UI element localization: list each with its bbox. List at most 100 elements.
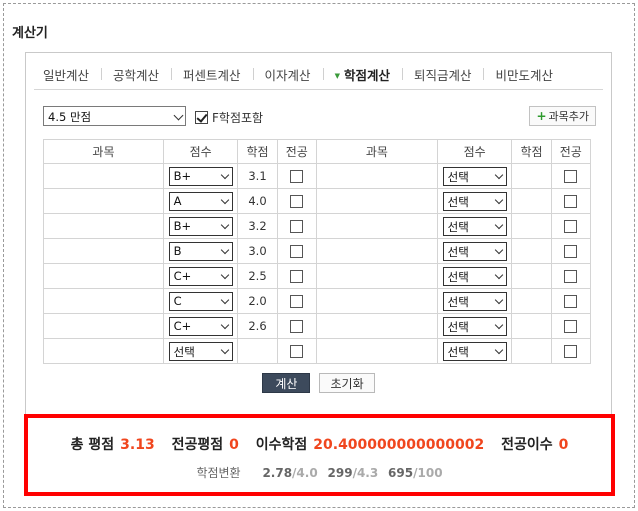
grade-select[interactable]: 선택 [442,316,507,336]
credit-cell[interactable] [511,238,552,264]
grade-select[interactable]: 선택 [442,241,507,261]
grade-select[interactable]: 선택 [168,341,233,361]
course-name-cell[interactable] [43,188,164,214]
f-include-checkbox[interactable] [195,111,208,124]
credit-cell[interactable] [511,188,552,214]
credit-cell[interactable]: 3.1 [237,163,278,189]
table-row: C 2.0 선택 [43,288,592,314]
chevron-down-icon [220,170,229,179]
grade-cell: B+ [162,213,239,239]
major-checkbox[interactable] [564,345,578,358]
grade-select[interactable]: A [168,191,233,211]
course-name-cell[interactable] [315,188,438,214]
major-checkbox[interactable] [290,320,304,333]
chevron-down-icon [220,320,229,329]
major-checkbox[interactable] [290,170,304,183]
course-name-cell[interactable] [43,263,164,289]
major-cell [550,238,592,264]
credit-cell[interactable] [511,288,552,314]
tab-severance[interactable]: 퇴직금계산 [401,65,484,84]
credit-cell[interactable] [511,263,552,289]
grade-select[interactable]: 선택 [442,341,507,361]
credits-label: 이수학점 [255,437,308,453]
grade-cell: C [162,288,239,314]
conversion-4-3: 299/4.3 [327,466,379,480]
grade-cell: 선택 [436,213,513,239]
major-checkbox[interactable] [290,295,304,308]
course-name-cell[interactable] [315,163,438,189]
course-name-cell[interactable] [43,213,164,239]
major-checkbox[interactable] [290,220,304,233]
grade-select[interactable]: C+ [168,316,233,336]
grade-select[interactable]: B [168,241,233,261]
action-buttons: 계산 초기화 [26,373,611,393]
major-checkbox[interactable] [290,195,304,208]
major-checkbox[interactable] [564,295,578,308]
course-name-cell[interactable] [315,238,438,264]
course-name-cell[interactable] [315,338,438,364]
course-name-cell[interactable] [315,288,438,314]
course-name-cell[interactable] [315,313,438,339]
credit-cell[interactable]: 3.0 [237,238,278,264]
col-header-course: 과목 [315,139,438,164]
course-name-cell[interactable] [43,238,164,264]
grade-select[interactable]: C+ [168,266,233,286]
major-checkbox[interactable] [564,245,578,258]
grade-select[interactable]: 선택 [442,191,507,211]
col-header-grade: 점수 [436,139,513,164]
credit-cell[interactable]: 4.0 [237,188,278,214]
credit-cell[interactable] [511,213,552,239]
major-checkbox[interactable] [564,195,578,208]
col-header-course: 과목 [43,139,164,164]
grade-select[interactable]: B+ [168,216,233,236]
credit-cell[interactable] [511,313,552,339]
chevron-down-icon [173,110,184,121]
tab-bmi[interactable]: 비만도계산 [483,65,565,84]
grade-cell: 선택 [162,338,239,364]
major-checkbox[interactable] [564,170,578,183]
tab-engineering[interactable]: 공학계산 [101,65,171,84]
credit-cell[interactable] [237,338,278,364]
credit-cell[interactable]: 2.0 [237,288,278,314]
major-checkbox[interactable] [564,220,578,233]
tab-interest[interactable]: 이자계산 [252,65,323,84]
grade-select[interactable]: C [168,291,233,311]
course-name-cell[interactable] [43,163,164,189]
course-name-cell[interactable] [43,313,164,339]
major-gpa-value: 0 [229,437,239,453]
grade-select[interactable]: 선택 [442,216,507,236]
grade-scale-select[interactable]: 4.5 만점 [43,106,186,126]
tab-percent[interactable]: 퍼센트계산 [171,65,253,84]
credit-cell[interactable] [511,338,552,364]
f-include-option[interactable]: F학점포함 [195,109,263,126]
col-header-grade: 점수 [162,139,239,164]
credit-cell[interactable]: 2.5 [237,263,278,289]
course-name-cell[interactable] [43,288,164,314]
table-row: 선택 선택 [43,338,592,364]
course-name-cell[interactable] [43,338,164,364]
tab-divider [34,89,603,90]
major-checkbox[interactable] [564,270,578,283]
tab-general[interactable]: 일반계산 [41,65,101,84]
credit-cell[interactable]: 2.6 [237,313,278,339]
grade-select[interactable]: 선택 [442,166,507,186]
major-checkbox[interactable] [290,270,304,283]
grade-select[interactable]: 선택 [442,291,507,311]
major-checkbox[interactable] [290,245,304,258]
credit-cell[interactable]: 3.2 [237,213,278,239]
credit-cell[interactable] [511,163,552,189]
grade-select[interactable]: B+ [168,166,233,186]
course-name-cell[interactable] [315,263,438,289]
grade-select[interactable]: 선택 [442,266,507,286]
tab-gpa[interactable]: ▼ 학점계산 [322,65,402,84]
major-checkbox[interactable] [290,345,304,358]
calculate-button[interactable]: 계산 [262,373,311,393]
add-course-button[interactable]: + 과목추가 [529,106,596,126]
grade-cell: B [162,238,239,264]
table-header: 과목 점수 학점 전공 과목 점수 학점 전공 [43,139,592,164]
reset-button[interactable]: 초기화 [319,373,375,393]
major-checkbox[interactable] [564,320,578,333]
course-name-cell[interactable] [315,213,438,239]
plus-icon: + [536,109,547,123]
grade-cell: 선택 [436,263,513,289]
